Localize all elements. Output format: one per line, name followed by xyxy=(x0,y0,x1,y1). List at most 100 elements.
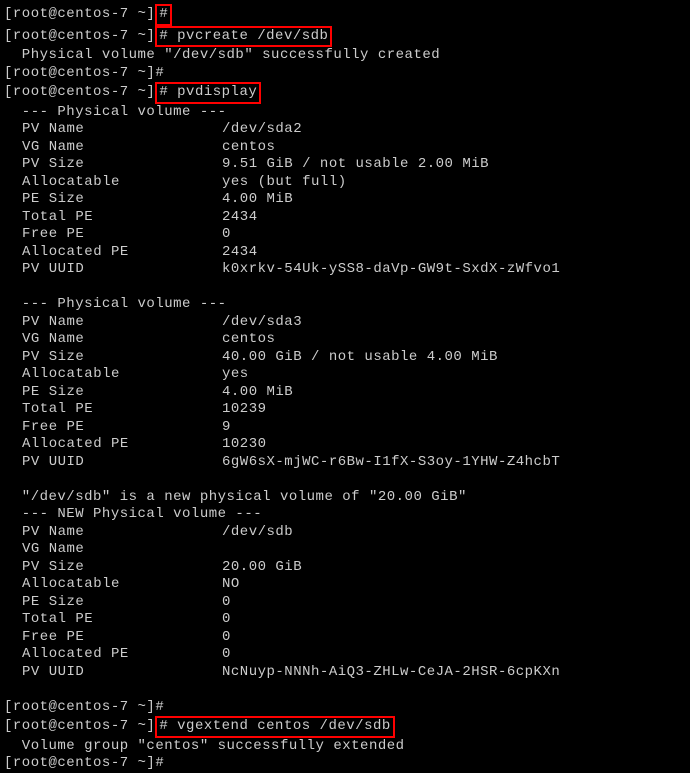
pv2-totpe: Total PE10239 xyxy=(4,401,686,419)
pv1-pesize: PE Size4.00 MiB xyxy=(4,191,686,209)
label: Allocated PE xyxy=(22,436,222,454)
pv3-allocpe: Allocated PE0 xyxy=(4,646,686,664)
label: Free PE xyxy=(22,629,222,647)
pv3-totpe: Total PE0 xyxy=(4,611,686,629)
label: PV UUID xyxy=(22,454,222,472)
value: centos xyxy=(222,331,275,349)
prompt-line-5: [root@centos-7 ~]# xyxy=(4,699,686,717)
pv2-vg: VG Namecentos xyxy=(4,331,686,349)
label: PE Size xyxy=(22,594,222,612)
pv2-alloc: Allocatableyes xyxy=(4,366,686,384)
spacer xyxy=(4,471,686,489)
label: Allocated PE xyxy=(22,646,222,664)
pv1-allocpe: Allocated PE2434 xyxy=(4,244,686,262)
value: 20.00 GiB xyxy=(222,559,302,577)
prompt: [root@centos-7 ~] xyxy=(4,755,155,773)
pv2-pesize: PE Size4.00 MiB xyxy=(4,384,686,402)
label: Total PE xyxy=(22,209,222,227)
prompt-line-2: [root@centos-7 ~]# pvcreate /dev/sdb xyxy=(4,26,686,48)
label: Total PE xyxy=(22,401,222,419)
pv1-name: PV Name/dev/sda2 xyxy=(4,121,686,139)
vgextend-output: Volume group "centos" successfully exten… xyxy=(4,738,686,756)
pv2-size: PV Size40.00 GiB / not usable 4.00 MiB xyxy=(4,349,686,367)
label: VG Name xyxy=(22,331,222,349)
label: Allocatable xyxy=(22,174,222,192)
pv-header-1: --- Physical volume --- xyxy=(4,104,686,122)
label: Allocatable xyxy=(22,576,222,594)
label: PE Size xyxy=(22,384,222,402)
label: VG Name xyxy=(22,541,222,559)
newpv-message: "/dev/sdb" is a new physical volume of "… xyxy=(4,489,686,507)
pv3-alloc: AllocatableNO xyxy=(4,576,686,594)
pvcreate-command[interactable]: pvcreate /dev/sdb xyxy=(168,28,328,44)
value: 40.00 GiB / not usable 4.00 MiB xyxy=(222,349,498,367)
value: centos xyxy=(222,139,275,157)
pv2-uuid: PV UUID6gW6sX-mjWC-r6Bw-I1fX-S3oy-1YHW-Z… xyxy=(4,454,686,472)
value: /dev/sda2 xyxy=(222,121,302,139)
label: PV UUID xyxy=(22,261,222,279)
value: 2434 xyxy=(222,244,258,262)
value: 0 xyxy=(222,629,231,647)
vgextend-command[interactable]: vgextend centos /dev/sdb xyxy=(168,718,391,734)
prompt-line-6: [root@centos-7 ~]# vgextend centos /dev/… xyxy=(4,716,686,738)
prompt-hash: # xyxy=(159,718,168,734)
value: k0xrkv-54Uk-ySS8-daVp-GW9t-SxdX-zWfvo1 xyxy=(222,261,560,279)
value: yes (but full) xyxy=(222,174,347,192)
prompt-hash: # xyxy=(159,6,168,22)
pv1-vg: VG Namecentos xyxy=(4,139,686,157)
label: PV Name xyxy=(22,121,222,139)
pv1-alloc: Allocatableyes (but full) xyxy=(4,174,686,192)
highlight-vgextend: # vgextend centos /dev/sdb xyxy=(155,716,394,738)
pvdisplay-command[interactable]: pvdisplay xyxy=(168,84,257,100)
value: 10239 xyxy=(222,401,267,419)
label: PV Name xyxy=(22,524,222,542)
prompt-line-7: [root@centos-7 ~]# xyxy=(4,755,686,773)
prompt: [root@centos-7 ~] xyxy=(4,65,155,83)
prompt-hash: # xyxy=(155,65,164,83)
pv3-name: PV Name/dev/sdb xyxy=(4,524,686,542)
pv1-totpe: Total PE2434 xyxy=(4,209,686,227)
value: 0 xyxy=(222,611,231,629)
pvcreate-output: Physical volume "/dev/sdb" successfully … xyxy=(4,47,686,65)
label: Free PE xyxy=(22,226,222,244)
pv3-pesize: PE Size0 xyxy=(4,594,686,612)
prompt-hash: # xyxy=(155,699,164,717)
label: PE Size xyxy=(22,191,222,209)
pv1-size: PV Size9.51 GiB / not usable 2.00 MiB xyxy=(4,156,686,174)
label: Allocated PE xyxy=(22,244,222,262)
pv1-uuid: PV UUIDk0xrkv-54Uk-ySS8-daVp-GW9t-SxdX-z… xyxy=(4,261,686,279)
value: NO xyxy=(222,576,240,594)
pv3-uuid: PV UUIDNcNuyp-NNNh-AiQ3-ZHLw-CeJA-2HSR-6… xyxy=(4,664,686,682)
value: NcNuyp-NNNh-AiQ3-ZHLw-CeJA-2HSR-6cpKXn xyxy=(222,664,560,682)
label: VG Name xyxy=(22,139,222,157)
prompt-hash: # xyxy=(155,755,164,773)
pv2-name: PV Name/dev/sda3 xyxy=(4,314,686,332)
prompt: [root@centos-7 ~] xyxy=(4,699,155,717)
value: 2434 xyxy=(222,209,258,227)
pv2-allocpe: Allocated PE10230 xyxy=(4,436,686,454)
label: PV UUID xyxy=(22,664,222,682)
prompt-line-4: [root@centos-7 ~]# pvdisplay xyxy=(4,82,686,104)
value: 6gW6sX-mjWC-r6Bw-I1fX-S3oy-1YHW-Z4hcbT xyxy=(222,454,560,472)
prompt: [root@centos-7 ~] xyxy=(4,28,155,46)
pv1-freepe: Free PE0 xyxy=(4,226,686,244)
value: 0 xyxy=(222,646,231,664)
highlight-empty: # xyxy=(155,4,172,26)
value: /dev/sda3 xyxy=(222,314,302,332)
label: Allocatable xyxy=(22,366,222,384)
value: 0 xyxy=(222,594,231,612)
label: PV Name xyxy=(22,314,222,332)
value: 0 xyxy=(222,226,231,244)
label: PV Size xyxy=(22,156,222,174)
value: 9 xyxy=(222,419,231,437)
pv3-size: PV Size20.00 GiB xyxy=(4,559,686,577)
value: 4.00 MiB xyxy=(222,191,293,209)
prompt: [root@centos-7 ~] xyxy=(4,6,155,24)
label: PV Size xyxy=(22,559,222,577)
spacer xyxy=(4,279,686,297)
prompt-hash: # xyxy=(159,84,168,100)
highlight-pvdisplay: # pvdisplay xyxy=(155,82,261,104)
value: /dev/sdb xyxy=(222,524,293,542)
highlight-pvcreate: # pvcreate /dev/sdb xyxy=(155,26,332,48)
prompt-line-3: [root@centos-7 ~]# xyxy=(4,65,686,83)
